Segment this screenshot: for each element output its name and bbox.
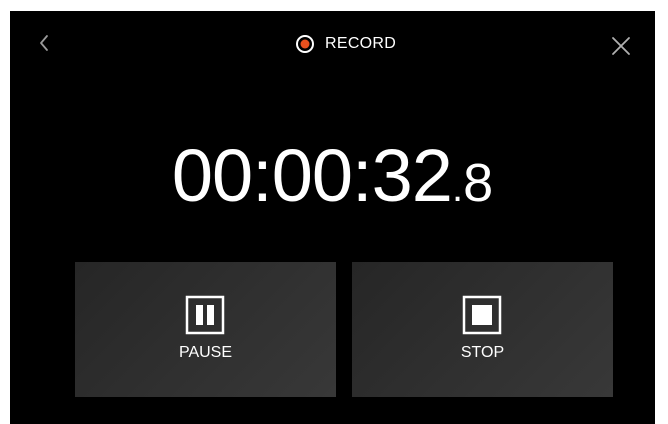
record-dot-icon [295, 34, 315, 54]
stop-label: STOP [460, 344, 505, 361]
pause-icon [185, 295, 225, 335]
pause-label: PAUSE [178, 344, 233, 361]
timer-fraction-separator: . [451, 166, 464, 210]
pause-button[interactable]: PAUSE [75, 262, 336, 397]
back-button[interactable] [34, 31, 54, 55]
record-status: RECORD [295, 33, 396, 55]
close-button[interactable] [610, 35, 632, 57]
timer-fraction: 8 [463, 153, 494, 213]
elapsed-timer: 00:00:32.8 [10, 139, 655, 213]
timer-main: 00:00:32 [171, 134, 453, 217]
stop-button[interactable]: STOP [352, 262, 613, 397]
record-label: RECORD [325, 35, 397, 52]
recorder-screen: RECORD 00:00:32.8 PAUSE STOP [10, 11, 655, 424]
stop-icon [462, 295, 502, 335]
chevron-left-icon [40, 35, 48, 51]
close-icon [612, 37, 630, 55]
